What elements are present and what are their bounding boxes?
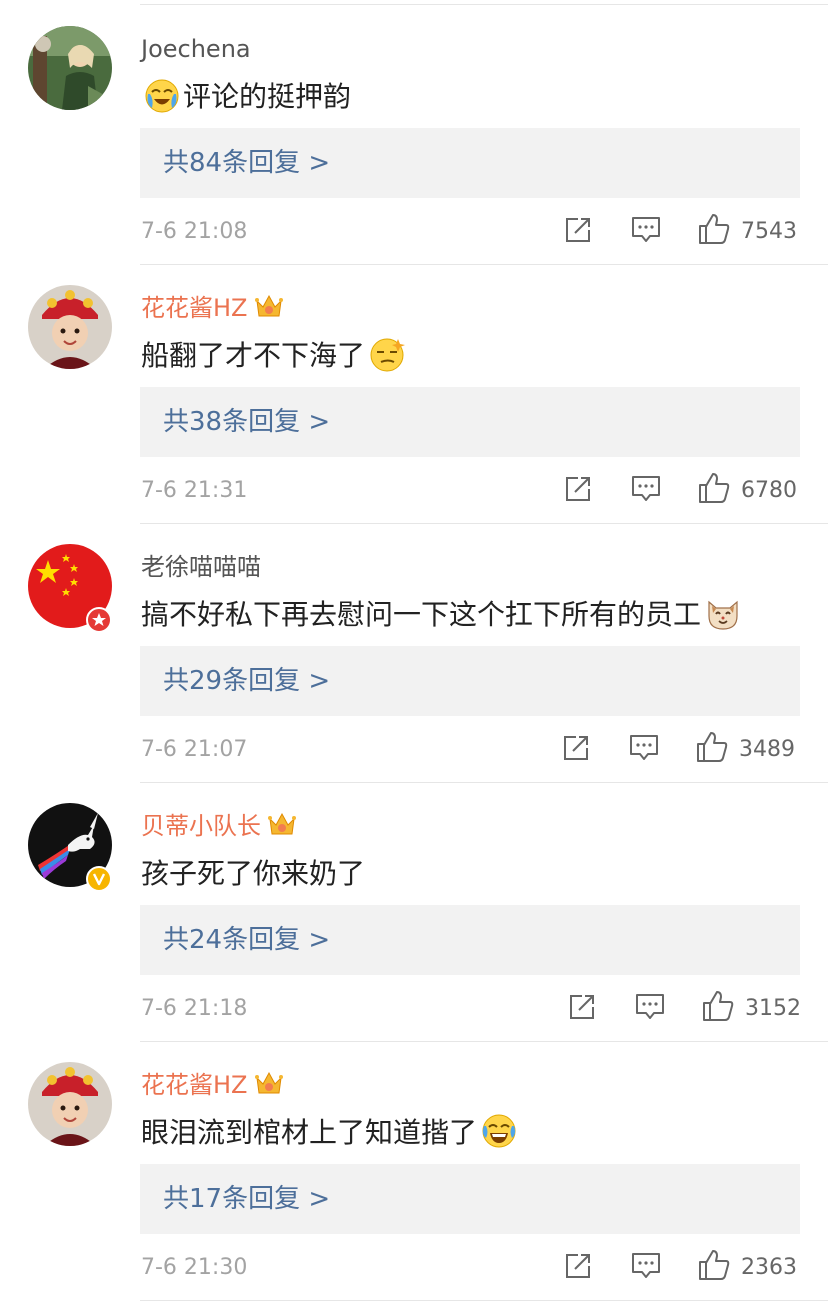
- crown-icon: [268, 812, 296, 835]
- comment-date: 7-6 21:18: [141, 996, 248, 1021]
- comment-icon[interactable]: [630, 215, 662, 245]
- replies-link[interactable]: 共24条回复 >: [140, 905, 800, 975]
- comment-text-body: 评论的挺押韵: [183, 80, 352, 113]
- like-count: 3489: [739, 737, 795, 762]
- comment-text: 孩子死了你来奶了: [141, 853, 365, 895]
- comment-text-body: 眼泪流到棺材上了知道揩了: [141, 1116, 478, 1149]
- replies-link[interactable]: 共38条回复 >: [140, 387, 800, 457]
- like-icon[interactable]: [697, 471, 731, 505]
- like-count: 6780: [741, 478, 797, 503]
- verified-v-badge: [86, 866, 112, 892]
- comment-icon[interactable]: [628, 733, 660, 763]
- username[interactable]: 老徐喵喵喵: [141, 551, 261, 583]
- username[interactable]: 花花酱HZ: [141, 292, 284, 324]
- comment-date: 7-6 21:07: [141, 737, 248, 762]
- replies-label: 共17条回复 >: [163, 1184, 331, 1214]
- username-label: 花花酱HZ: [141, 1071, 248, 1099]
- comment-text-body: 孩子死了你来奶了: [141, 857, 366, 890]
- replies-link[interactable]: 共84条回复 >: [140, 128, 800, 198]
- replies-label: 共84条回复 >: [163, 148, 331, 178]
- replies-label: 共38条回复 >: [163, 407, 331, 437]
- smug-face-emoji: [368, 335, 406, 385]
- like-count: 7543: [741, 219, 797, 244]
- username-label: 花花酱HZ: [141, 294, 248, 322]
- comment-item: 花花酱HZ 船翻了才不下海了 共38条回复 > 7-6 21:31 6780: [0, 265, 828, 524]
- comment-date: 7-6 21:31: [141, 478, 248, 503]
- replies-label: 共29条回复 >: [163, 666, 331, 696]
- comment-item: 老徐喵喵喵 搞不好私下再去慰问一下这个扛下所有的员工 共29条回复 > 7-6 …: [0, 524, 828, 783]
- divider: [140, 1300, 828, 1301]
- share-icon[interactable]: [563, 474, 593, 504]
- comment-date: 7-6 21:30: [141, 1255, 248, 1280]
- avatar[interactable]: [28, 1062, 112, 1146]
- username[interactable]: 花花酱HZ: [141, 1069, 284, 1101]
- red-star-badge: [86, 607, 112, 633]
- username[interactable]: 贝蒂小队长: [141, 810, 297, 842]
- share-icon[interactable]: [563, 1251, 593, 1281]
- comment-item: 花花酱HZ 眼泪流到棺材上了知道揩了 共17条回复 > 7-6 21:30 23…: [0, 1042, 828, 1301]
- like-icon[interactable]: [697, 212, 731, 246]
- cat-face-emoji: [704, 594, 742, 644]
- comment-item: Joechena 评论的挺押韵 共84条回复 > 7-6 21:08 7543: [0, 6, 828, 265]
- share-icon[interactable]: [567, 992, 597, 1022]
- username[interactable]: Joechena: [141, 33, 251, 65]
- like-icon[interactable]: [697, 1248, 731, 1282]
- username-label: 贝蒂小队长: [141, 812, 261, 840]
- comment-icon[interactable]: [630, 474, 662, 504]
- comment-date: 7-6 21:08: [141, 219, 248, 244]
- comment-text: 评论的挺押韵: [141, 76, 351, 126]
- comment-text: 搞不好私下再去慰问一下这个扛下所有的员工: [141, 594, 745, 644]
- comment-item: 贝蒂小队长 孩子死了你来奶了 共24条回复 > 7-6 21:18 3152: [0, 783, 828, 1042]
- comment-text-body: 船翻了才不下海了: [141, 339, 366, 372]
- avatar[interactable]: [28, 285, 112, 369]
- comment-text-body: 搞不好私下再去慰问一下这个扛下所有的员工: [141, 598, 702, 631]
- comment-icon[interactable]: [634, 992, 666, 1022]
- like-icon[interactable]: [701, 989, 735, 1023]
- replies-link[interactable]: 共17条回复 >: [140, 1164, 800, 1234]
- like-count: 2363: [741, 1255, 797, 1280]
- crying-laughing-emoji: [144, 78, 180, 126]
- crown-icon: [254, 294, 283, 317]
- top-divider: [140, 4, 828, 5]
- share-icon[interactable]: [563, 215, 593, 245]
- comment-icon[interactable]: [630, 1251, 662, 1281]
- comment-text: 眼泪流到棺材上了知道揩了: [141, 1112, 521, 1162]
- replies-label: 共24条回复 >: [163, 925, 331, 955]
- avatar[interactable]: [28, 26, 112, 110]
- laughing-tears-emoji: [480, 1112, 518, 1162]
- like-count: 3152: [745, 996, 801, 1021]
- replies-link[interactable]: 共29条回复 >: [140, 646, 800, 716]
- share-icon[interactable]: [561, 733, 591, 763]
- like-icon[interactable]: [695, 730, 729, 764]
- crown-icon: [254, 1071, 283, 1094]
- comment-text: 船翻了才不下海了: [141, 335, 409, 385]
